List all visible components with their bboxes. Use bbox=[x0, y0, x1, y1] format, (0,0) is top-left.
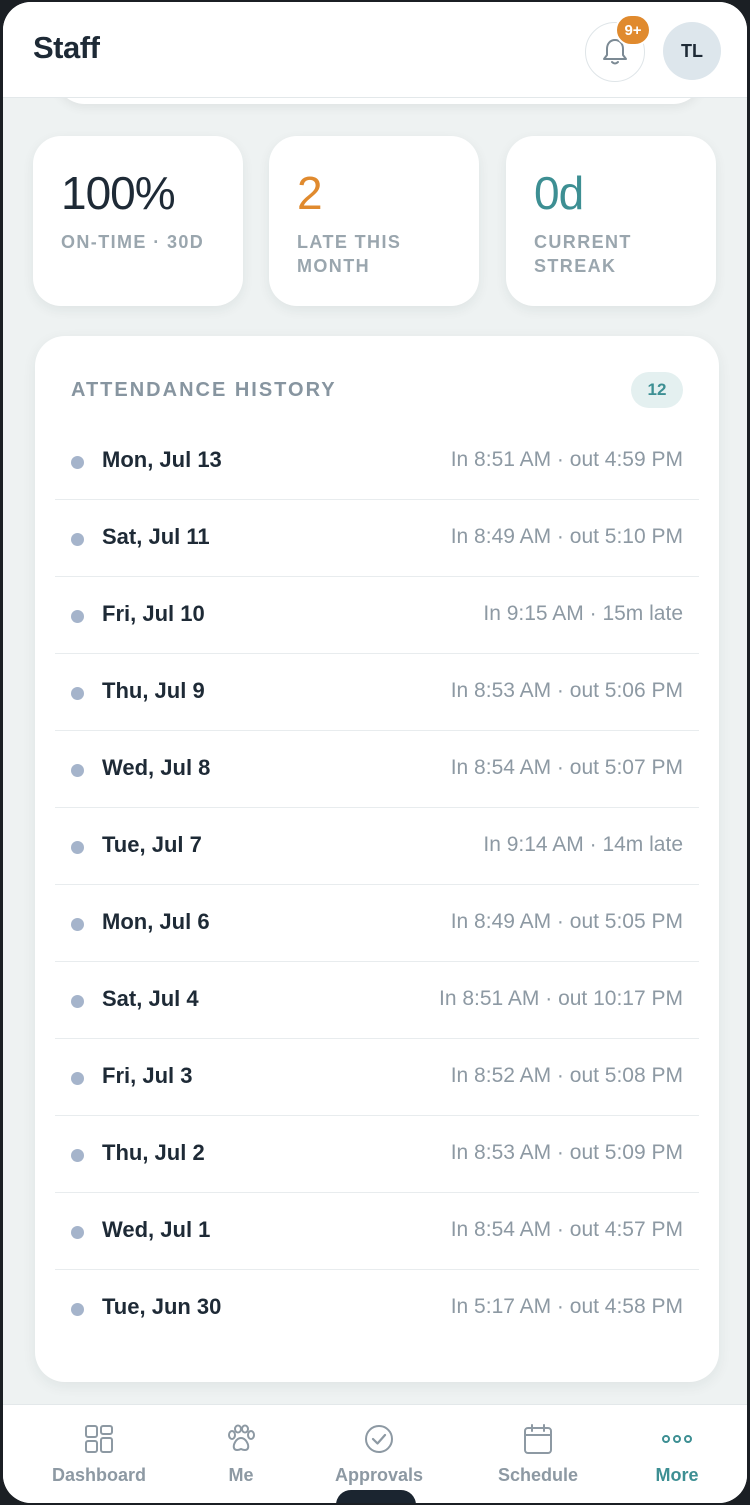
attendance-history-card: ATTENDANCE HISTORY 12 Mon, Jul 13 In 8:51… bbox=[35, 336, 719, 1382]
history-title: ATTENDANCE HISTORY bbox=[71, 379, 337, 401]
nav-label: Me bbox=[228, 1465, 254, 1485]
stat-label: ON-TIME · 30D bbox=[61, 232, 205, 252]
row-time: In 9:15 AM · 15m late bbox=[483, 602, 683, 625]
app-title: Staff bbox=[33, 30, 100, 65]
nav-label: Approvals bbox=[334, 1465, 424, 1485]
attendance-row[interactable]: Fri, Jul 3 In 8:52 AM · out 5:08 PM bbox=[55, 1039, 699, 1116]
row-date: Mon, Jul 13 bbox=[102, 447, 222, 472]
status-dot bbox=[71, 687, 84, 700]
attendance-row[interactable]: Wed, Jul 8 In 8:54 AM · out 5:07 PM bbox=[55, 731, 699, 808]
dashboard-grid-icon bbox=[85, 1425, 113, 1453]
attendance-row[interactable]: Thu, Jul 2 In 8:53 AM · out 5:09 PM bbox=[55, 1116, 699, 1193]
avatar[interactable]: TL bbox=[663, 22, 721, 80]
row-time: In 8:51 AM · out 10:17 PM bbox=[439, 987, 683, 1010]
nav-label: Schedule bbox=[497, 1465, 579, 1485]
row-date: Thu, Jul 9 bbox=[102, 678, 205, 703]
stat-label: CURRENT STREAK bbox=[534, 232, 632, 276]
status-dot bbox=[71, 1226, 84, 1239]
row-date: Sat, Jul 11 bbox=[102, 524, 210, 549]
status-dot bbox=[71, 456, 84, 469]
status-dot bbox=[71, 1149, 84, 1162]
row-date: Fri, Jul 3 bbox=[102, 1063, 193, 1088]
status-dot bbox=[71, 533, 84, 546]
row-time: In 8:53 AM · out 5:09 PM bbox=[450, 1141, 683, 1164]
row-date: Wed, Jul 8 bbox=[102, 755, 211, 780]
attendance-row[interactable]: Tue, Jul 7 In 9:14 AM · 14m late bbox=[55, 808, 699, 885]
row-date: Tue, Jun 30 bbox=[102, 1294, 222, 1319]
status-dot bbox=[71, 841, 84, 854]
stat-value: 2 bbox=[297, 167, 323, 219]
bottom-nav: Dashboard Me Approvals Schedule More bbox=[3, 1404, 747, 1503]
notification-badge: 9+ bbox=[615, 14, 651, 46]
row-time: In 8:54 AM · out 5:07 PM bbox=[450, 756, 683, 779]
nav-label: More bbox=[655, 1465, 699, 1485]
app-screen: Staff 9+ TL 100% ON-TIME · 30D 2 LATE TH… bbox=[3, 2, 747, 1503]
status-dot bbox=[71, 995, 84, 1008]
attendance-row[interactable]: Wed, Jul 1 In 8:54 AM · out 4:57 PM bbox=[55, 1193, 699, 1270]
stat-label: LATE THIS MONTH bbox=[297, 232, 402, 276]
nav-item-schedule[interactable]: Schedule bbox=[464, 1405, 612, 1503]
row-date: Wed, Jul 1 bbox=[102, 1217, 211, 1242]
attendance-row[interactable]: Sat, Jul 4 In 8:51 AM · out 10:17 PM bbox=[55, 962, 699, 1039]
row-time: In 8:52 AM · out 5:08 PM bbox=[450, 1064, 683, 1087]
row-date: Mon, Jul 6 bbox=[102, 909, 210, 934]
row-time: In 8:49 AM · out 5:10 PM bbox=[450, 525, 683, 548]
nav-label: Dashboard bbox=[51, 1465, 147, 1485]
attendance-row[interactable]: Thu, Jul 9 In 8:53 AM · out 5:06 PM bbox=[55, 654, 699, 731]
attendance-row[interactable]: Mon, Jul 6 In 8:49 AM · out 5:05 PM bbox=[55, 885, 699, 962]
status-dot bbox=[71, 610, 84, 623]
stat-card-on-time: 100% ON-TIME · 30D bbox=[33, 136, 243, 306]
home-indicator bbox=[336, 1490, 416, 1503]
status-dot bbox=[71, 764, 84, 777]
row-date: Fri, Jul 10 bbox=[102, 601, 205, 626]
row-time: In 8:54 AM · out 4:57 PM bbox=[450, 1218, 683, 1241]
row-date: Thu, Jul 2 bbox=[102, 1140, 205, 1165]
more-dots-icon bbox=[662, 1435, 692, 1443]
row-time: In 8:51 AM · out 4:59 PM bbox=[450, 448, 683, 471]
row-date: Sat, Jul 4 bbox=[102, 986, 199, 1011]
attendance-row[interactable]: Fri, Jul 10 In 9:15 AM · 15m late bbox=[55, 577, 699, 654]
attendance-row[interactable]: Mon, Jul 13 In 8:51 AM · out 4:59 PM bbox=[55, 423, 699, 500]
nav-item-dashboard[interactable]: Dashboard bbox=[25, 1405, 173, 1503]
nav-item-me[interactable]: Me bbox=[167, 1405, 315, 1503]
row-time: In 5:17 AM · out 4:58 PM bbox=[450, 1295, 683, 1318]
history-list: Mon, Jul 13 In 8:51 AM · out 4:59 PM Sat, … bbox=[55, 423, 699, 1347]
stat-value: 100% bbox=[61, 167, 176, 219]
paw-icon bbox=[228, 1424, 255, 1451]
row-time: In 8:53 AM · out 5:06 PM bbox=[450, 679, 683, 702]
row-date: Tue, Jul 7 bbox=[102, 832, 202, 857]
attendance-row[interactable]: Tue, Jun 30 In 5:17 AM · out 4:58 PM bbox=[55, 1270, 699, 1347]
stat-value: 0d bbox=[534, 167, 584, 219]
stat-card-late: 2 LATE THIS MONTH bbox=[269, 136, 479, 306]
stat-card-streak: 0d CURRENT STREAK bbox=[506, 136, 716, 306]
status-dot bbox=[71, 918, 84, 931]
history-count-badge: 12 bbox=[631, 372, 683, 408]
row-time: In 9:14 AM · 14m late bbox=[483, 833, 683, 856]
top-bar: Staff 9+ TL bbox=[3, 2, 747, 98]
row-time: In 8:49 AM · out 5:05 PM bbox=[450, 910, 683, 933]
nav-item-more[interactable]: More bbox=[603, 1405, 747, 1503]
status-dot bbox=[71, 1303, 84, 1316]
calendar-icon bbox=[524, 1424, 552, 1454]
attendance-row[interactable]: Sat, Jul 11 In 8:49 AM · out 5:10 PM bbox=[55, 500, 699, 577]
check-circle-icon bbox=[365, 1425, 393, 1453]
nav-item-approvals[interactable]: Approvals bbox=[305, 1405, 453, 1503]
status-dot bbox=[71, 1072, 84, 1085]
